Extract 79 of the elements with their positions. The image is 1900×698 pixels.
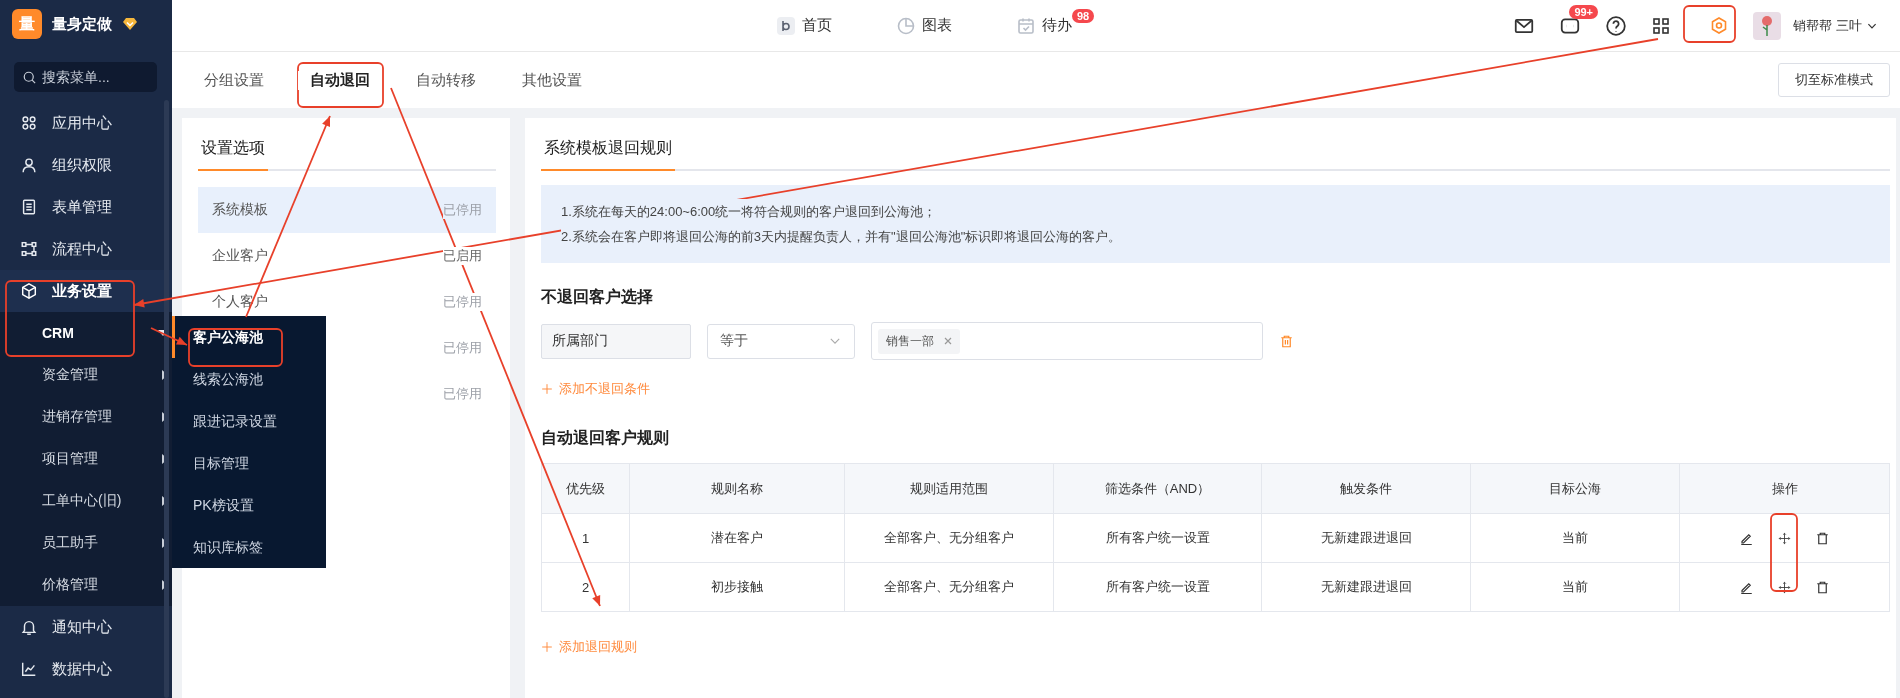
sidebar-item[interactable]: 组织权限 <box>0 144 172 186</box>
flow-icon <box>20 240 38 258</box>
cube-icon <box>20 282 38 300</box>
operator-select[interactable]: 等于 <box>707 323 855 359</box>
bell-icon <box>20 618 38 636</box>
avatar[interactable] <box>1753 11 1782 40</box>
letter-b-icon <box>776 15 796 36</box>
flyout-item[interactable]: PK榜设置 <box>172 484 326 526</box>
table-cell: 潜在客户 <box>629 513 845 563</box>
diamond-icon <box>122 17 138 31</box>
table-cell: 全部客户、无分组客户 <box>844 562 1054 612</box>
app-logo: 量 <box>12 9 42 39</box>
flyout-item[interactable]: 知识库标签 <box>172 526 326 568</box>
move-icon <box>1778 580 1791 594</box>
status-text: 已停用 <box>443 293 482 311</box>
table-cell: 初步接触 <box>629 562 845 612</box>
table-cell: 所有客户统一设置 <box>1053 513 1262 563</box>
apps-icon <box>20 114 38 132</box>
chart-icon <box>20 660 38 678</box>
table-cell: 当前 <box>1470 562 1680 612</box>
template-name: 企业客户 <box>212 247 268 265</box>
flyout-item[interactable]: 目标管理 <box>172 442 326 484</box>
highlight-frame <box>1683 5 1736 43</box>
panel-title[interactable]: 系统模板退回规则 <box>541 138 675 171</box>
field-select[interactable]: 所属部门 <box>541 323 691 359</box>
status-text: 已停用 <box>443 339 482 357</box>
grid-icon <box>1651 15 1672 36</box>
column-header: 筛选条件（AND） <box>1053 463 1262 514</box>
move-icon <box>1778 531 1791 545</box>
status-text: 已启用 <box>443 247 482 265</box>
app-name: 量身定做 <box>52 14 112 34</box>
section-heading: 不退回客户选择 <box>541 287 654 307</box>
table-cell: 无新建跟进退回 <box>1261 562 1471 612</box>
table-cell: 1 <box>541 513 630 563</box>
mode-button[interactable]: 切至标准模式 <box>1778 63 1890 97</box>
plus-icon <box>541 383 553 395</box>
table-cell: 全部客户、无分组客户 <box>844 513 1054 563</box>
close-icon[interactable] <box>944 337 952 345</box>
trash-icon <box>1815 579 1830 595</box>
trash-icon <box>1815 530 1830 546</box>
value-tag: 销售一部 <box>878 328 960 354</box>
sidebar-item[interactable]: 流程中心 <box>0 228 172 270</box>
search-field[interactable]: 搜索菜单... <box>14 62 157 92</box>
document-icon <box>20 198 38 216</box>
sidebar-item[interactable]: 业务设置 <box>0 270 172 312</box>
plus-icon <box>541 641 553 653</box>
status-text: 已停用 <box>443 385 482 403</box>
template-name: 系统模板 <box>212 201 268 219</box>
column-header: 触发条件 <box>1261 463 1471 514</box>
panel-title[interactable]: 设置选项 <box>198 138 268 171</box>
table-cell: 无新建跟进退回 <box>1261 513 1471 563</box>
sidebar-item[interactable]: 数据中心 <box>0 648 172 690</box>
user-icon <box>20 156 38 174</box>
sidebar-item[interactable]: 表单管理 <box>0 186 172 228</box>
column-header: 目标公海 <box>1470 463 1680 514</box>
nav-link[interactable]: 待办 <box>1016 15 1072 36</box>
nav-link[interactable]: 图表 <box>896 15 952 36</box>
table-cell: 所有客户统一设置 <box>1053 562 1262 612</box>
scrollbar[interactable] <box>164 100 169 698</box>
column-header: 规则名称 <box>629 463 845 514</box>
status-text: 已停用 <box>443 201 482 219</box>
count-badge: 98 <box>1072 8 1095 23</box>
sidebar-item[interactable]: 通知中心 <box>0 606 172 648</box>
annotation-arrow <box>150 327 188 346</box>
user-name[interactable]: 销帮帮 三叶 <box>1793 16 1862 35</box>
trash-icon <box>1279 333 1294 349</box>
template-name: 个人客户 <box>212 293 268 311</box>
count-badge: 99+ <box>1569 4 1599 19</box>
column-header: 规则适用范围 <box>844 463 1054 514</box>
column-header: 优先级 <box>541 463 630 514</box>
column-header: 操作 <box>1679 463 1890 514</box>
pie-icon <box>896 15 916 36</box>
help-icon <box>1605 14 1628 37</box>
sidebar-item[interactable]: 应用中心 <box>0 102 172 144</box>
section-heading: 自动退回客户规则 <box>541 428 670 448</box>
template-row[interactable]: 系统模板 已停用 <box>198 187 496 233</box>
value-field[interactable]: 销售一部 <box>871 322 1263 360</box>
table-cell: 当前 <box>1470 513 1680 563</box>
nav-link[interactable]: 首页 <box>776 15 832 36</box>
